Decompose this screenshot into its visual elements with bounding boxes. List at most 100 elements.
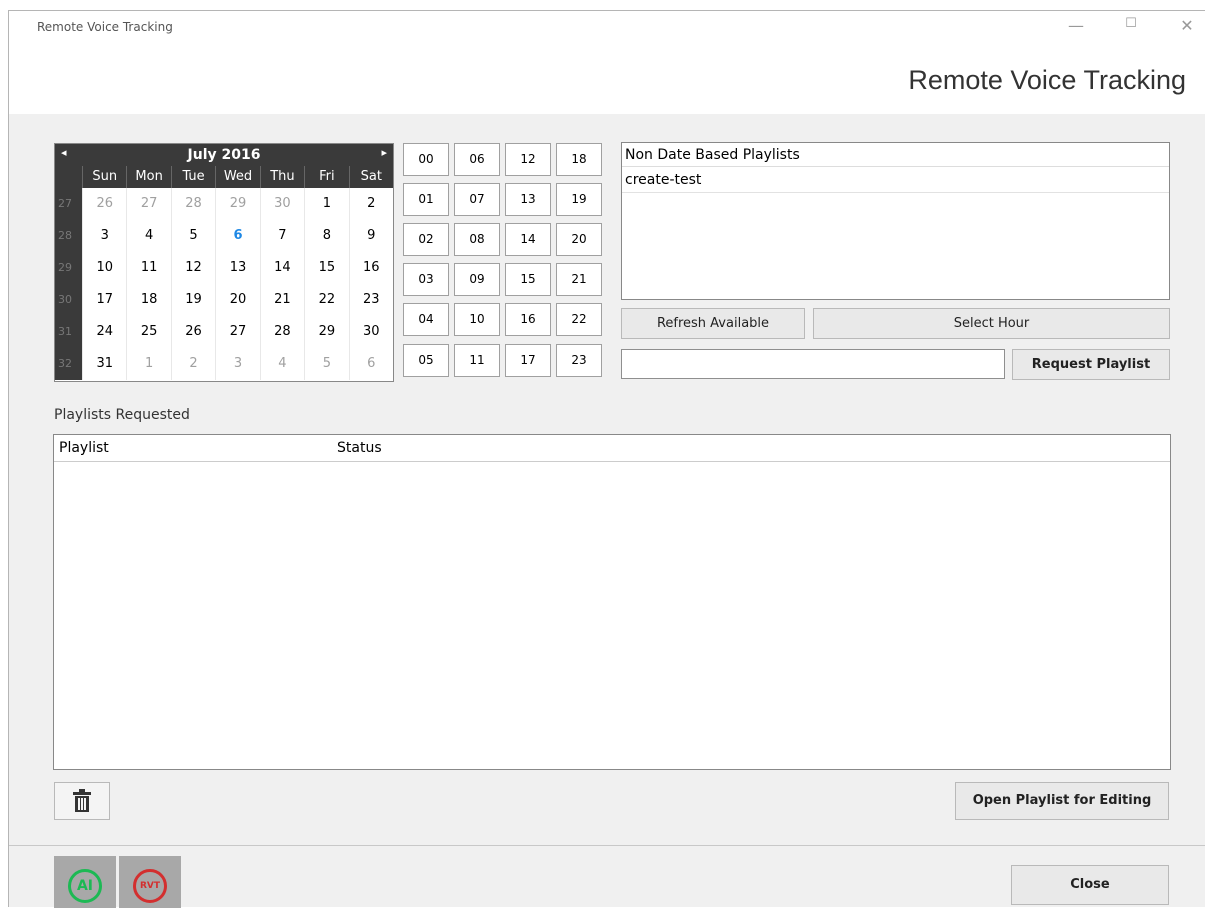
calendar-day[interactable]: 2: [348, 188, 393, 220]
hour-button-23[interactable]: 23: [556, 344, 602, 377]
calendar-day[interactable]: 26: [82, 188, 126, 220]
calendar-day[interactable]: 28: [170, 188, 215, 220]
calendar-day[interactable]: 20: [215, 284, 259, 316]
calendar-day[interactable]: 11: [126, 252, 170, 284]
weekday-header: Tue: [170, 166, 216, 188]
calendar-day[interactable]: 30: [259, 188, 304, 220]
hour-button-21[interactable]: 21: [556, 263, 602, 296]
close-button[interactable]: Close: [1011, 865, 1169, 905]
calendar-day[interactable]: 28: [259, 316, 304, 348]
hour-button-16[interactable]: 16: [505, 303, 551, 336]
hour-button-09[interactable]: 09: [454, 263, 500, 296]
request-playlist-button[interactable]: Request Playlist: [1012, 349, 1170, 380]
hour-button-10[interactable]: 10: [454, 303, 500, 336]
table-header: Playlist Status: [54, 435, 1170, 462]
calendar-day[interactable]: 7: [259, 220, 304, 252]
calendar-day[interactable]: 9: [348, 220, 393, 252]
maximize-button[interactable]: ☐: [1119, 16, 1143, 31]
calendar-day[interactable]: 1: [126, 348, 170, 380]
hour-button-04[interactable]: 04: [403, 303, 449, 336]
hour-button-22[interactable]: 22: [556, 303, 602, 336]
hour-button-08[interactable]: 08: [454, 223, 500, 256]
hour-button-19[interactable]: 19: [556, 183, 602, 216]
calendar-day[interactable]: 25: [126, 316, 170, 348]
minimize-button[interactable]: —: [1064, 16, 1088, 35]
list-header: Non Date Based Playlists: [622, 143, 1169, 167]
column-playlist[interactable]: Playlist: [59, 435, 109, 462]
calendar-day[interactable]: 15: [304, 252, 348, 284]
calendar-day[interactable]: 29: [304, 316, 348, 348]
list-item[interactable]: create-test: [622, 167, 1169, 193]
hour-button-05[interactable]: 05: [403, 344, 449, 377]
title-bar: Remote Voice Tracking — ☐ ✕ Remote Voice…: [9, 11, 1205, 114]
ai-badge-button[interactable]: AI: [54, 856, 116, 908]
delete-button[interactable]: [54, 782, 110, 820]
close-window-button[interactable]: ✕: [1175, 16, 1199, 35]
hour-button-01[interactable]: 01: [403, 183, 449, 216]
window-title: Remote Voice Tracking: [37, 20, 173, 34]
refresh-available-button[interactable]: Refresh Available: [621, 308, 805, 339]
weekday-header: Sat: [348, 166, 393, 188]
weekday-header: Sun: [82, 166, 127, 188]
calendar-day[interactable]: 13: [215, 252, 259, 284]
calendar-day[interactable]: 22: [304, 284, 348, 316]
playlist-request-input[interactable]: [621, 349, 1005, 379]
calendar-header: ◂ July 2016 ▸: [55, 144, 393, 166]
hour-button-03[interactable]: 03: [403, 263, 449, 296]
calendar-grid: Sun Mon Tue Wed Thu Fri Sat 27 26 27 28 29 30 1 2 28 3 4 5…: [55, 166, 393, 380]
non-date-playlists-list: Non Date Based Playlists create-test: [621, 142, 1170, 300]
calendar-day[interactable]: 18: [126, 284, 170, 316]
calendar-day[interactable]: 1: [304, 188, 348, 220]
hour-button-06[interactable]: 06: [454, 143, 500, 176]
hour-button-13[interactable]: 13: [505, 183, 551, 216]
next-month-icon[interactable]: ▸: [381, 146, 387, 159]
calendar-day[interactable]: 26: [170, 316, 215, 348]
calendar-day[interactable]: 21: [259, 284, 304, 316]
calendar-day[interactable]: 5: [170, 220, 215, 252]
calendar-day[interactable]: 6: [348, 348, 393, 380]
calendar-day[interactable]: 24: [82, 316, 126, 348]
calendar-day[interactable]: 19: [170, 284, 215, 316]
calendar-day[interactable]: 17: [82, 284, 126, 316]
calendar-day[interactable]: 23: [348, 284, 393, 316]
calendar-day[interactable]: 31: [82, 348, 126, 380]
calendar-day[interactable]: 30: [348, 316, 393, 348]
week-number: 30: [55, 284, 82, 316]
calendar-day[interactable]: 2: [170, 348, 215, 380]
playlists-requested-label: Playlists Requested: [54, 407, 190, 423]
calendar-day[interactable]: 27: [215, 316, 259, 348]
hour-button-20[interactable]: 20: [556, 223, 602, 256]
page-title: Remote Voice Tracking: [908, 65, 1186, 95]
week-number-corner: [55, 166, 82, 188]
rvt-badge-button[interactable]: RVT: [119, 856, 181, 908]
calendar-day[interactable]: 29: [215, 188, 259, 220]
hour-button-15[interactable]: 15: [505, 263, 551, 296]
requested-playlists-table: Playlist Status: [53, 434, 1171, 770]
calendar-day[interactable]: 3: [82, 220, 126, 252]
select-hour-button[interactable]: Select Hour: [813, 308, 1170, 339]
calendar-day[interactable]: 4: [126, 220, 170, 252]
calendar-day[interactable]: 3: [215, 348, 259, 380]
calendar-day[interactable]: 5: [304, 348, 348, 380]
calendar-day[interactable]: 16: [348, 252, 393, 284]
hour-button-11[interactable]: 11: [454, 344, 500, 377]
week-number: 29: [55, 252, 82, 284]
week-number: 32: [55, 348, 82, 380]
calendar-day[interactable]: 10: [82, 252, 126, 284]
hour-button-00[interactable]: 00: [403, 143, 449, 176]
calendar-day[interactable]: 6: [215, 220, 259, 252]
calendar-day[interactable]: 27: [126, 188, 170, 220]
hour-button-12[interactable]: 12: [505, 143, 551, 176]
column-status[interactable]: Status: [337, 435, 382, 462]
calendar-day[interactable]: 4: [259, 348, 304, 380]
hour-button-17[interactable]: 17: [505, 344, 551, 377]
weekday-header: Thu: [259, 166, 305, 188]
open-playlist-for-editing-button[interactable]: Open Playlist for Editing: [955, 782, 1169, 820]
hour-button-18[interactable]: 18: [556, 143, 602, 176]
hour-button-14[interactable]: 14: [505, 223, 551, 256]
hour-button-07[interactable]: 07: [454, 183, 500, 216]
calendar-day[interactable]: 14: [259, 252, 304, 284]
calendar-day[interactable]: 8: [304, 220, 348, 252]
hour-button-02[interactable]: 02: [403, 223, 449, 256]
calendar-day[interactable]: 12: [170, 252, 215, 284]
